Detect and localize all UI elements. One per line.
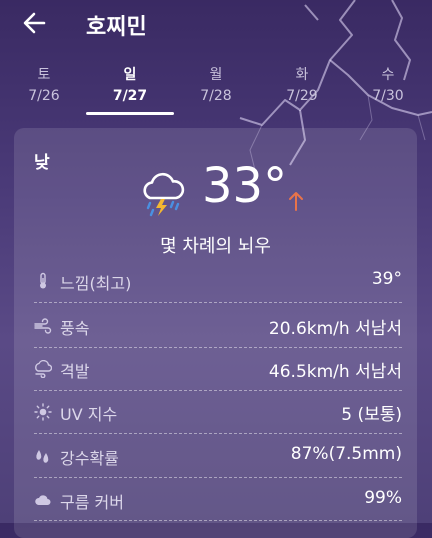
tab-date-label: 7/30 (372, 88, 404, 104)
tab-day-1[interactable]: 일 7/27 (86, 66, 174, 115)
city-title: 호찌민 (86, 15, 147, 40)
detail-row-cloud-cover: 구름 커버 99% (34, 483, 402, 517)
arrow-up-icon (289, 192, 303, 211)
tab-day-3[interactable]: 화 7/29 (258, 66, 346, 105)
tab-date-label: 7/27 (112, 88, 148, 104)
tab-day-0[interactable]: 토 7/26 (0, 66, 88, 105)
detail-label: 격발 (60, 362, 90, 381)
tab-date-label: 7/29 (286, 88, 318, 104)
divider (34, 390, 402, 391)
divider (34, 477, 402, 478)
back-arrow-icon[interactable] (20, 8, 50, 38)
forecast-card: 낮 33° 몇 차례의 뇌우 느낌(최고) 39° 풍속 20.6km/h 서남… (14, 128, 417, 538)
detail-value: 46.5km/h 서남서 (268, 362, 402, 382)
wind-icon (34, 318, 52, 334)
detail-label: 느낌(최고) (60, 274, 132, 293)
detail-label: 풍속 (60, 319, 90, 338)
divider (34, 302, 402, 303)
tab-day-label: 수 (381, 67, 395, 83)
divider (34, 347, 402, 348)
period-label: 낮 (34, 153, 50, 173)
detail-row-gust: 격발 46.5km/h 서남서 (34, 352, 402, 386)
detail-row-precipitation: 강수확률 87%(7.5mm) (34, 439, 402, 473)
detail-label: 강수확률 (60, 449, 119, 468)
tab-day-4[interactable]: 수 7/30 (344, 66, 432, 105)
day-tabs: 토 7/26 일 7/27 월 7/28 화 7/29 수 7/30 (0, 66, 432, 116)
detail-value: 87%(7.5mm) (290, 444, 402, 464)
gust-icon (35, 360, 52, 378)
condition-text: 몇 차례의 뇌우 (160, 236, 271, 257)
detail-row-uv-index: UV 지수 5 (보통) (34, 395, 402, 429)
detail-value: 39° (371, 269, 402, 289)
thunderstorm-icon (143, 172, 185, 217)
detail-value: 99% (364, 488, 402, 508)
detail-row-feels-like: 느낌(최고) 39° (34, 264, 402, 298)
detail-row-wind-speed: 풍속 20.6km/h 서남서 (34, 309, 402, 343)
detail-value: 5 (보통) (341, 405, 402, 425)
tab-day-2[interactable]: 월 7/28 (172, 66, 260, 105)
tab-day-label: 화 (295, 67, 309, 83)
tab-day-label: 일 (123, 67, 137, 83)
detail-value: 20.6km/h 서남서 (268, 319, 402, 339)
detail-label: UV 지수 (60, 405, 118, 424)
tab-day-label: 토 (37, 67, 51, 83)
divider (34, 520, 402, 521)
temperature-value: 33° (202, 158, 288, 214)
active-tab-indicator (86, 112, 174, 115)
tab-day-label: 월 (209, 67, 223, 83)
sun-icon (34, 403, 52, 421)
tab-date-label: 7/28 (200, 88, 232, 104)
tab-date-label: 7/26 (28, 88, 60, 104)
thermometer-icon (40, 272, 46, 289)
app-header: 호찌민 (0, 0, 432, 52)
detail-label: 구름 커버 (60, 493, 124, 512)
cloud-icon (35, 495, 51, 505)
rain-drops-icon (36, 450, 49, 463)
divider (34, 433, 402, 434)
